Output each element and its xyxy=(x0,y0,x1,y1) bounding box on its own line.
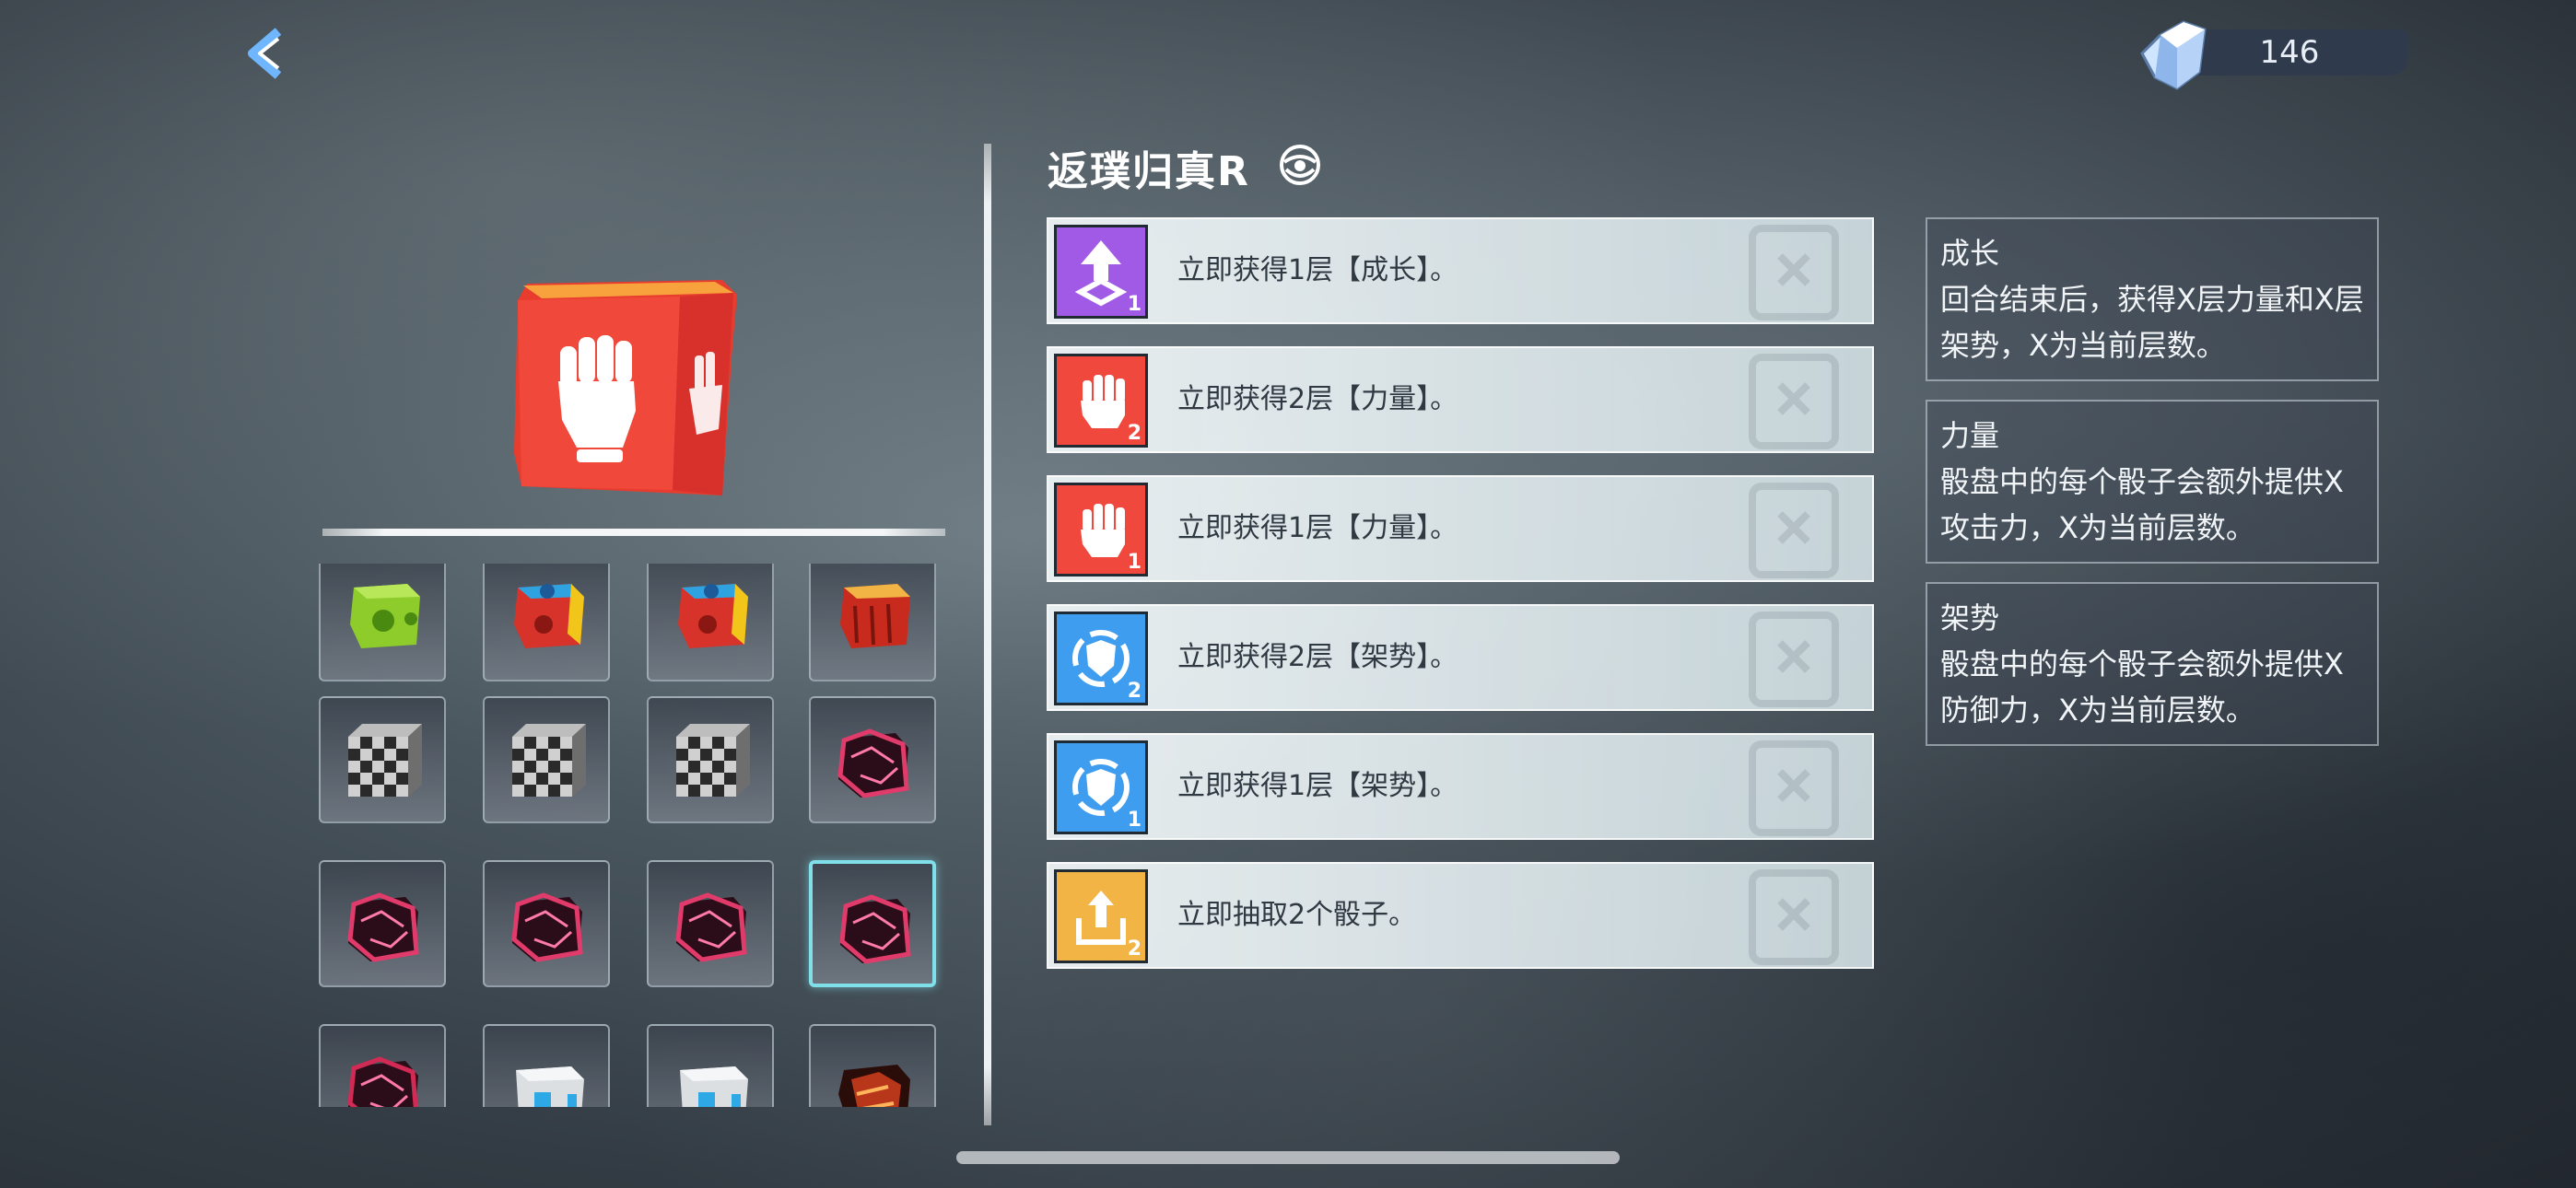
die-slot[interactable] xyxy=(483,564,610,681)
watermark-icon xyxy=(1749,483,1839,578)
shield-icon: 1 xyxy=(1054,740,1148,834)
crimson-die-icon xyxy=(347,892,419,962)
die-slot[interactable] xyxy=(319,564,446,681)
glossary-description: 回合结束后，获得X层力量和X层架势，X为当前层数。 xyxy=(1940,282,2364,363)
effect-row: 2 立即获得2层【架势】。 xyxy=(1047,604,1874,711)
effect-level: 2 xyxy=(1127,680,1142,703)
lava-die-icon xyxy=(838,1065,910,1107)
die-slot[interactable] xyxy=(809,564,936,681)
watermark-icon xyxy=(1749,740,1839,836)
die-slot-selected[interactable] xyxy=(809,860,936,987)
currency-value: 146 xyxy=(2259,34,2320,71)
watermark-icon xyxy=(1749,611,1839,707)
glossary-entry: 力量骰盘中的每个骰子会额外提供X攻击力，X为当前层数。 xyxy=(1926,400,2379,564)
effect-text: 立即获得2层【力量】。 xyxy=(1177,383,1458,415)
glossary-term: 力量 xyxy=(1940,418,2000,453)
vertical-divider xyxy=(984,144,991,1125)
die-slot[interactable] xyxy=(647,696,774,823)
effect-text: 立即抽取2个骰子。 xyxy=(1177,899,1417,931)
draw-dice-icon: 2 xyxy=(1054,869,1148,963)
effect-row: 1 立即获得1层【架势】。 xyxy=(1047,733,1874,840)
crimson-die-icon xyxy=(839,894,911,964)
currency-display: 146 xyxy=(2133,17,2407,96)
fist-icon: 1 xyxy=(1054,483,1148,577)
effect-level: 1 xyxy=(1127,293,1142,316)
die-slot[interactable] xyxy=(319,1024,446,1107)
glossary-description: 骰盘中的每个骰子会额外提供X防御力，X为当前层数。 xyxy=(1940,646,2344,728)
watermark-icon xyxy=(1749,869,1839,965)
fist-icon: 2 xyxy=(1054,354,1148,448)
effect-text: 立即获得1层【架势】。 xyxy=(1177,770,1458,802)
die-slot[interactable] xyxy=(647,1024,774,1107)
effect-level: 1 xyxy=(1127,551,1142,574)
effect-level: 1 xyxy=(1127,809,1142,832)
crimson-die-icon xyxy=(347,1056,418,1107)
info-badge-icon[interactable] xyxy=(1277,142,1323,188)
dice-inventory-grid[interactable] xyxy=(319,564,945,1107)
back-arrow-icon xyxy=(248,28,282,79)
home-indicator[interactable] xyxy=(956,1151,1620,1164)
white-die-icon xyxy=(680,1066,748,1107)
crimson-die-icon xyxy=(675,892,747,962)
checkered-die-icon xyxy=(676,724,750,797)
die-slot[interactable] xyxy=(647,860,774,987)
growth-arrow-icon: 1 xyxy=(1054,225,1148,319)
effect-row: 1 立即获得1层【力量】。 xyxy=(1047,475,1874,582)
die-slot[interactable] xyxy=(809,1024,936,1107)
item-title: 返璞归真R xyxy=(1048,148,1250,195)
crimson-die-icon xyxy=(511,892,583,962)
effect-level: 2 xyxy=(1127,938,1142,961)
die-slot[interactable] xyxy=(809,696,936,823)
glossary-entry: 架势骰盘中的每个骰子会额外提供X防御力，X为当前层数。 xyxy=(1926,582,2379,746)
glossary-term: 成长 xyxy=(1940,236,2000,271)
horizontal-divider xyxy=(322,529,945,536)
effect-row: 2 立即抽取2个骰子。 xyxy=(1047,862,1874,969)
effect-text: 立即获得1层【成长】。 xyxy=(1177,254,1458,286)
die-slot[interactable] xyxy=(319,860,446,987)
red-die-icon xyxy=(840,584,910,648)
effect-text: 立即获得2层【架势】。 xyxy=(1177,641,1458,673)
effect-row: 2 立即获得2层【力量】。 xyxy=(1047,346,1874,453)
white-die-icon xyxy=(516,1066,584,1107)
die-slot[interactable] xyxy=(319,696,446,823)
checkered-die-icon xyxy=(512,724,586,797)
effect-text: 立即获得1层【力量】。 xyxy=(1177,512,1458,544)
glossary-term: 架势 xyxy=(1940,600,2000,635)
glossary-entry: 成长回合结束后，获得X层力量和X层架势，X为当前层数。 xyxy=(1926,217,2379,381)
green-die-icon xyxy=(350,584,420,648)
die-slot[interactable] xyxy=(483,860,610,987)
glossary-description: 骰盘中的每个骰子会额外提供X攻击力，X为当前层数。 xyxy=(1940,464,2344,545)
crimson-die-icon xyxy=(837,728,909,798)
watermark-icon xyxy=(1749,225,1839,320)
blue-red-die-icon xyxy=(678,584,748,648)
effect-row: 1 立即获得1层【成长】。 xyxy=(1047,217,1874,324)
die-slot[interactable] xyxy=(483,696,610,823)
crystal-gem-icon xyxy=(2140,20,2207,90)
die-slot[interactable] xyxy=(483,1024,610,1107)
effect-level: 2 xyxy=(1127,422,1142,445)
watermark-icon xyxy=(1749,354,1839,449)
checkered-die-icon xyxy=(348,724,422,797)
die-slot[interactable] xyxy=(647,564,774,681)
selected-die-preview xyxy=(514,280,737,495)
back-button[interactable] xyxy=(241,26,297,81)
shield-icon: 2 xyxy=(1054,611,1148,705)
blue-red-die-icon xyxy=(514,584,584,648)
